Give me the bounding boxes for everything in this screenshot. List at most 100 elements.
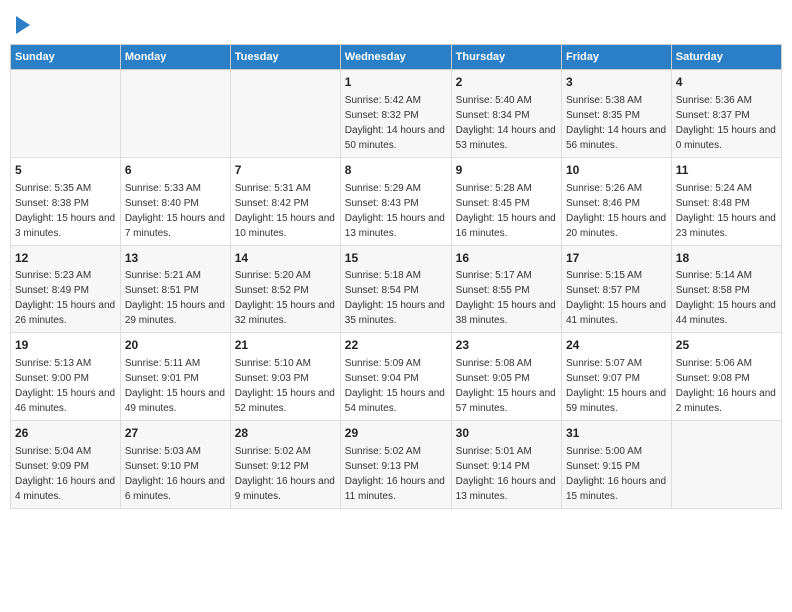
- day-number: 25: [676, 337, 777, 354]
- day-header-monday: Monday: [120, 45, 230, 70]
- day-info: Sunrise: 5:18 AM Sunset: 8:54 PM Dayligh…: [345, 268, 447, 328]
- calendar-cell: 29 Sunrise: 5:02 AM Sunset: 9:13 PM Dayli…: [340, 421, 451, 509]
- day-info: Sunrise: 5:29 AM Sunset: 8:43 PM Dayligh…: [345, 181, 447, 241]
- day-header-tuesday: Tuesday: [230, 45, 340, 70]
- day-info: Sunrise: 5:40 AM Sunset: 8:34 PM Dayligh…: [456, 93, 557, 153]
- day-info: Sunrise: 5:04 AM Sunset: 9:09 PM Dayligh…: [15, 444, 116, 504]
- calendar-cell: 4 Sunrise: 5:36 AM Sunset: 8:37 PM Daylig…: [671, 70, 781, 158]
- day-number: 1: [345, 74, 447, 91]
- day-number: 3: [566, 74, 667, 91]
- calendar-cell: [120, 70, 230, 158]
- day-number: 26: [15, 425, 116, 442]
- day-header-thursday: Thursday: [451, 45, 561, 70]
- day-header-wednesday: Wednesday: [340, 45, 451, 70]
- calendar-cell: 11 Sunrise: 5:24 AM Sunset: 8:48 PM Dayli…: [671, 157, 781, 245]
- calendar-cell: 2Sunrise: 5:40 AM Sunset: 8:34 PM Daylig…: [451, 70, 561, 158]
- calendar-cell: 7 Sunrise: 5:31 AM Sunset: 8:42 PM Daylig…: [230, 157, 340, 245]
- calendar-cell: 10 Sunrise: 5:26 AM Sunset: 8:46 PM Dayli…: [561, 157, 671, 245]
- day-number: 31: [566, 425, 667, 442]
- calendar-cell: 31 Sunrise: 5:00 AM Sunset: 9:15 PM Dayli…: [561, 421, 671, 509]
- day-info: Sunrise: 5:33 AM Sunset: 8:40 PM Dayligh…: [125, 181, 226, 241]
- calendar-cell: 27Sunrise: 5:03 AM Sunset: 9:10 PM Dayli…: [120, 421, 230, 509]
- day-info: Sunrise: 5:14 AM Sunset: 8:58 PM Dayligh…: [676, 268, 777, 328]
- calendar-cell: 16Sunrise: 5:17 AM Sunset: 8:55 PM Dayli…: [451, 245, 561, 333]
- week-row-5: 26 Sunrise: 5:04 AM Sunset: 9:09 PM Dayli…: [11, 421, 782, 509]
- calendar-cell: [671, 421, 781, 509]
- day-number: 5: [15, 162, 116, 179]
- day-info: Sunrise: 5:10 AM Sunset: 9:03 PM Dayligh…: [235, 356, 336, 416]
- calendar-cell: [230, 70, 340, 158]
- day-info: Sunrise: 5:17 AM Sunset: 8:55 PM Dayligh…: [456, 268, 557, 328]
- calendar-cell: 21 Sunrise: 5:10 AM Sunset: 9:03 PM Dayli…: [230, 333, 340, 421]
- calendar-cell: 23 Sunrise: 5:08 AM Sunset: 9:05 PM Dayli…: [451, 333, 561, 421]
- day-info: Sunrise: 5:08 AM Sunset: 9:05 PM Dayligh…: [456, 356, 557, 416]
- calendar-cell: 26 Sunrise: 5:04 AM Sunset: 9:09 PM Dayli…: [11, 421, 121, 509]
- day-info: Sunrise: 5:01 AM Sunset: 9:14 PM Dayligh…: [456, 444, 557, 504]
- day-info: Sunrise: 5:07 AM Sunset: 9:07 PM Dayligh…: [566, 356, 667, 416]
- calendar-cell: 14Sunrise: 5:20 AM Sunset: 8:52 PM Dayli…: [230, 245, 340, 333]
- calendar-cell: 20Sunrise: 5:11 AM Sunset: 9:01 PM Dayli…: [120, 333, 230, 421]
- calendar-cell: 18Sunrise: 5:14 AM Sunset: 8:58 PM Dayli…: [671, 245, 781, 333]
- day-header-sunday: Sunday: [11, 45, 121, 70]
- day-number: 4: [676, 74, 777, 91]
- day-number: 30: [456, 425, 557, 442]
- calendar-cell: 1 Sunrise: 5:42 AM Sunset: 8:32 PM Daylig…: [340, 70, 451, 158]
- day-number: 15: [345, 250, 447, 267]
- day-number: 7: [235, 162, 336, 179]
- day-info: Sunrise: 5:11 AM Sunset: 9:01 PM Dayligh…: [125, 356, 226, 416]
- calendar-cell: 5Sunrise: 5:35 AM Sunset: 8:38 PM Daylig…: [11, 157, 121, 245]
- day-number: 11: [676, 162, 777, 179]
- calendar-cell: 28Sunrise: 5:02 AM Sunset: 9:12 PM Dayli…: [230, 421, 340, 509]
- calendar-cell: 15Sunrise: 5:18 AM Sunset: 8:54 PM Dayli…: [340, 245, 451, 333]
- day-info: Sunrise: 5:09 AM Sunset: 9:04 PM Dayligh…: [345, 356, 447, 416]
- day-info: Sunrise: 5:02 AM Sunset: 9:12 PM Dayligh…: [235, 444, 336, 504]
- calendar-cell: 13Sunrise: 5:21 AM Sunset: 8:51 PM Dayli…: [120, 245, 230, 333]
- day-number: 24: [566, 337, 667, 354]
- day-info: Sunrise: 5:28 AM Sunset: 8:45 PM Dayligh…: [456, 181, 557, 241]
- day-info: Sunrise: 5:26 AM Sunset: 8:46 PM Dayligh…: [566, 181, 667, 241]
- day-number: 23: [456, 337, 557, 354]
- calendar-cell: 19Sunrise: 5:13 AM Sunset: 9:00 PM Dayli…: [11, 333, 121, 421]
- day-info: Sunrise: 5:13 AM Sunset: 9:00 PM Dayligh…: [15, 356, 116, 416]
- week-row-4: 19Sunrise: 5:13 AM Sunset: 9:00 PM Dayli…: [11, 333, 782, 421]
- day-info: Sunrise: 5:21 AM Sunset: 8:51 PM Dayligh…: [125, 268, 226, 328]
- day-header-row: SundayMondayTuesdayWednesdayThursdayFrid…: [11, 45, 782, 70]
- day-number: 12: [15, 250, 116, 267]
- day-info: Sunrise: 5:42 AM Sunset: 8:32 PM Dayligh…: [345, 93, 447, 153]
- week-row-1: 1 Sunrise: 5:42 AM Sunset: 8:32 PM Daylig…: [11, 70, 782, 158]
- calendar-cell: 24 Sunrise: 5:07 AM Sunset: 9:07 PM Dayli…: [561, 333, 671, 421]
- day-info: Sunrise: 5:20 AM Sunset: 8:52 PM Dayligh…: [235, 268, 336, 328]
- day-number: 29: [345, 425, 447, 442]
- calendar-cell: 12Sunrise: 5:23 AM Sunset: 8:49 PM Dayli…: [11, 245, 121, 333]
- page-header: [10, 10, 782, 40]
- calendar-cell: 25 Sunrise: 5:06 AM Sunset: 9:08 PM Dayli…: [671, 333, 781, 421]
- logo-arrow-icon: [16, 16, 30, 34]
- day-info: Sunrise: 5:00 AM Sunset: 9:15 PM Dayligh…: [566, 444, 667, 504]
- week-row-3: 12Sunrise: 5:23 AM Sunset: 8:49 PM Dayli…: [11, 245, 782, 333]
- day-number: 21: [235, 337, 336, 354]
- calendar-cell: [11, 70, 121, 158]
- day-number: 10: [566, 162, 667, 179]
- day-number: 8: [345, 162, 447, 179]
- day-number: 27: [125, 425, 226, 442]
- day-number: 9: [456, 162, 557, 179]
- calendar-cell: 17Sunrise: 5:15 AM Sunset: 8:57 PM Dayli…: [561, 245, 671, 333]
- day-info: Sunrise: 5:36 AM Sunset: 8:37 PM Dayligh…: [676, 93, 777, 153]
- day-number: 22: [345, 337, 447, 354]
- day-info: Sunrise: 5:24 AM Sunset: 8:48 PM Dayligh…: [676, 181, 777, 241]
- calendar-table: SundayMondayTuesdayWednesdayThursdayFrid…: [10, 44, 782, 509]
- day-info: Sunrise: 5:02 AM Sunset: 9:13 PM Dayligh…: [345, 444, 447, 504]
- calendar-cell: 22 Sunrise: 5:09 AM Sunset: 9:04 PM Dayli…: [340, 333, 451, 421]
- day-info: Sunrise: 5:38 AM Sunset: 8:35 PM Dayligh…: [566, 93, 667, 153]
- calendar-cell: 8 Sunrise: 5:29 AM Sunset: 8:43 PM Daylig…: [340, 157, 451, 245]
- day-info: Sunrise: 5:31 AM Sunset: 8:42 PM Dayligh…: [235, 181, 336, 241]
- day-number: 13: [125, 250, 226, 267]
- day-header-saturday: Saturday: [671, 45, 781, 70]
- day-number: 18: [676, 250, 777, 267]
- calendar-cell: 6 Sunrise: 5:33 AM Sunset: 8:40 PM Daylig…: [120, 157, 230, 245]
- logo: [14, 16, 30, 34]
- day-info: Sunrise: 5:06 AM Sunset: 9:08 PM Dayligh…: [676, 356, 777, 416]
- calendar-cell: 3 Sunrise: 5:38 AM Sunset: 8:35 PM Daylig…: [561, 70, 671, 158]
- day-number: 6: [125, 162, 226, 179]
- calendar-cell: 30 Sunrise: 5:01 AM Sunset: 9:14 PM Dayli…: [451, 421, 561, 509]
